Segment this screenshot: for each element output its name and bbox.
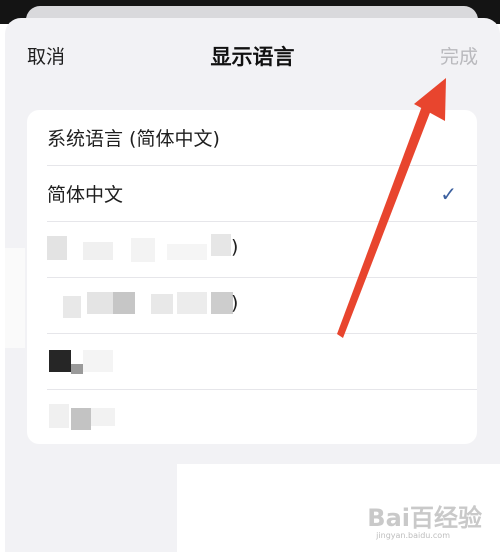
watermark-url: jingyan.baidu.com [376,531,450,540]
annotation-arrow-shaft [337,106,431,338]
watermark-text: Bai百经验 [367,504,482,532]
annotation-arrow-icon [337,78,446,338]
annotation-arrow-head [414,78,446,121]
watermark-logo: Bai百经验 jingyan.baidu.com [352,496,482,540]
